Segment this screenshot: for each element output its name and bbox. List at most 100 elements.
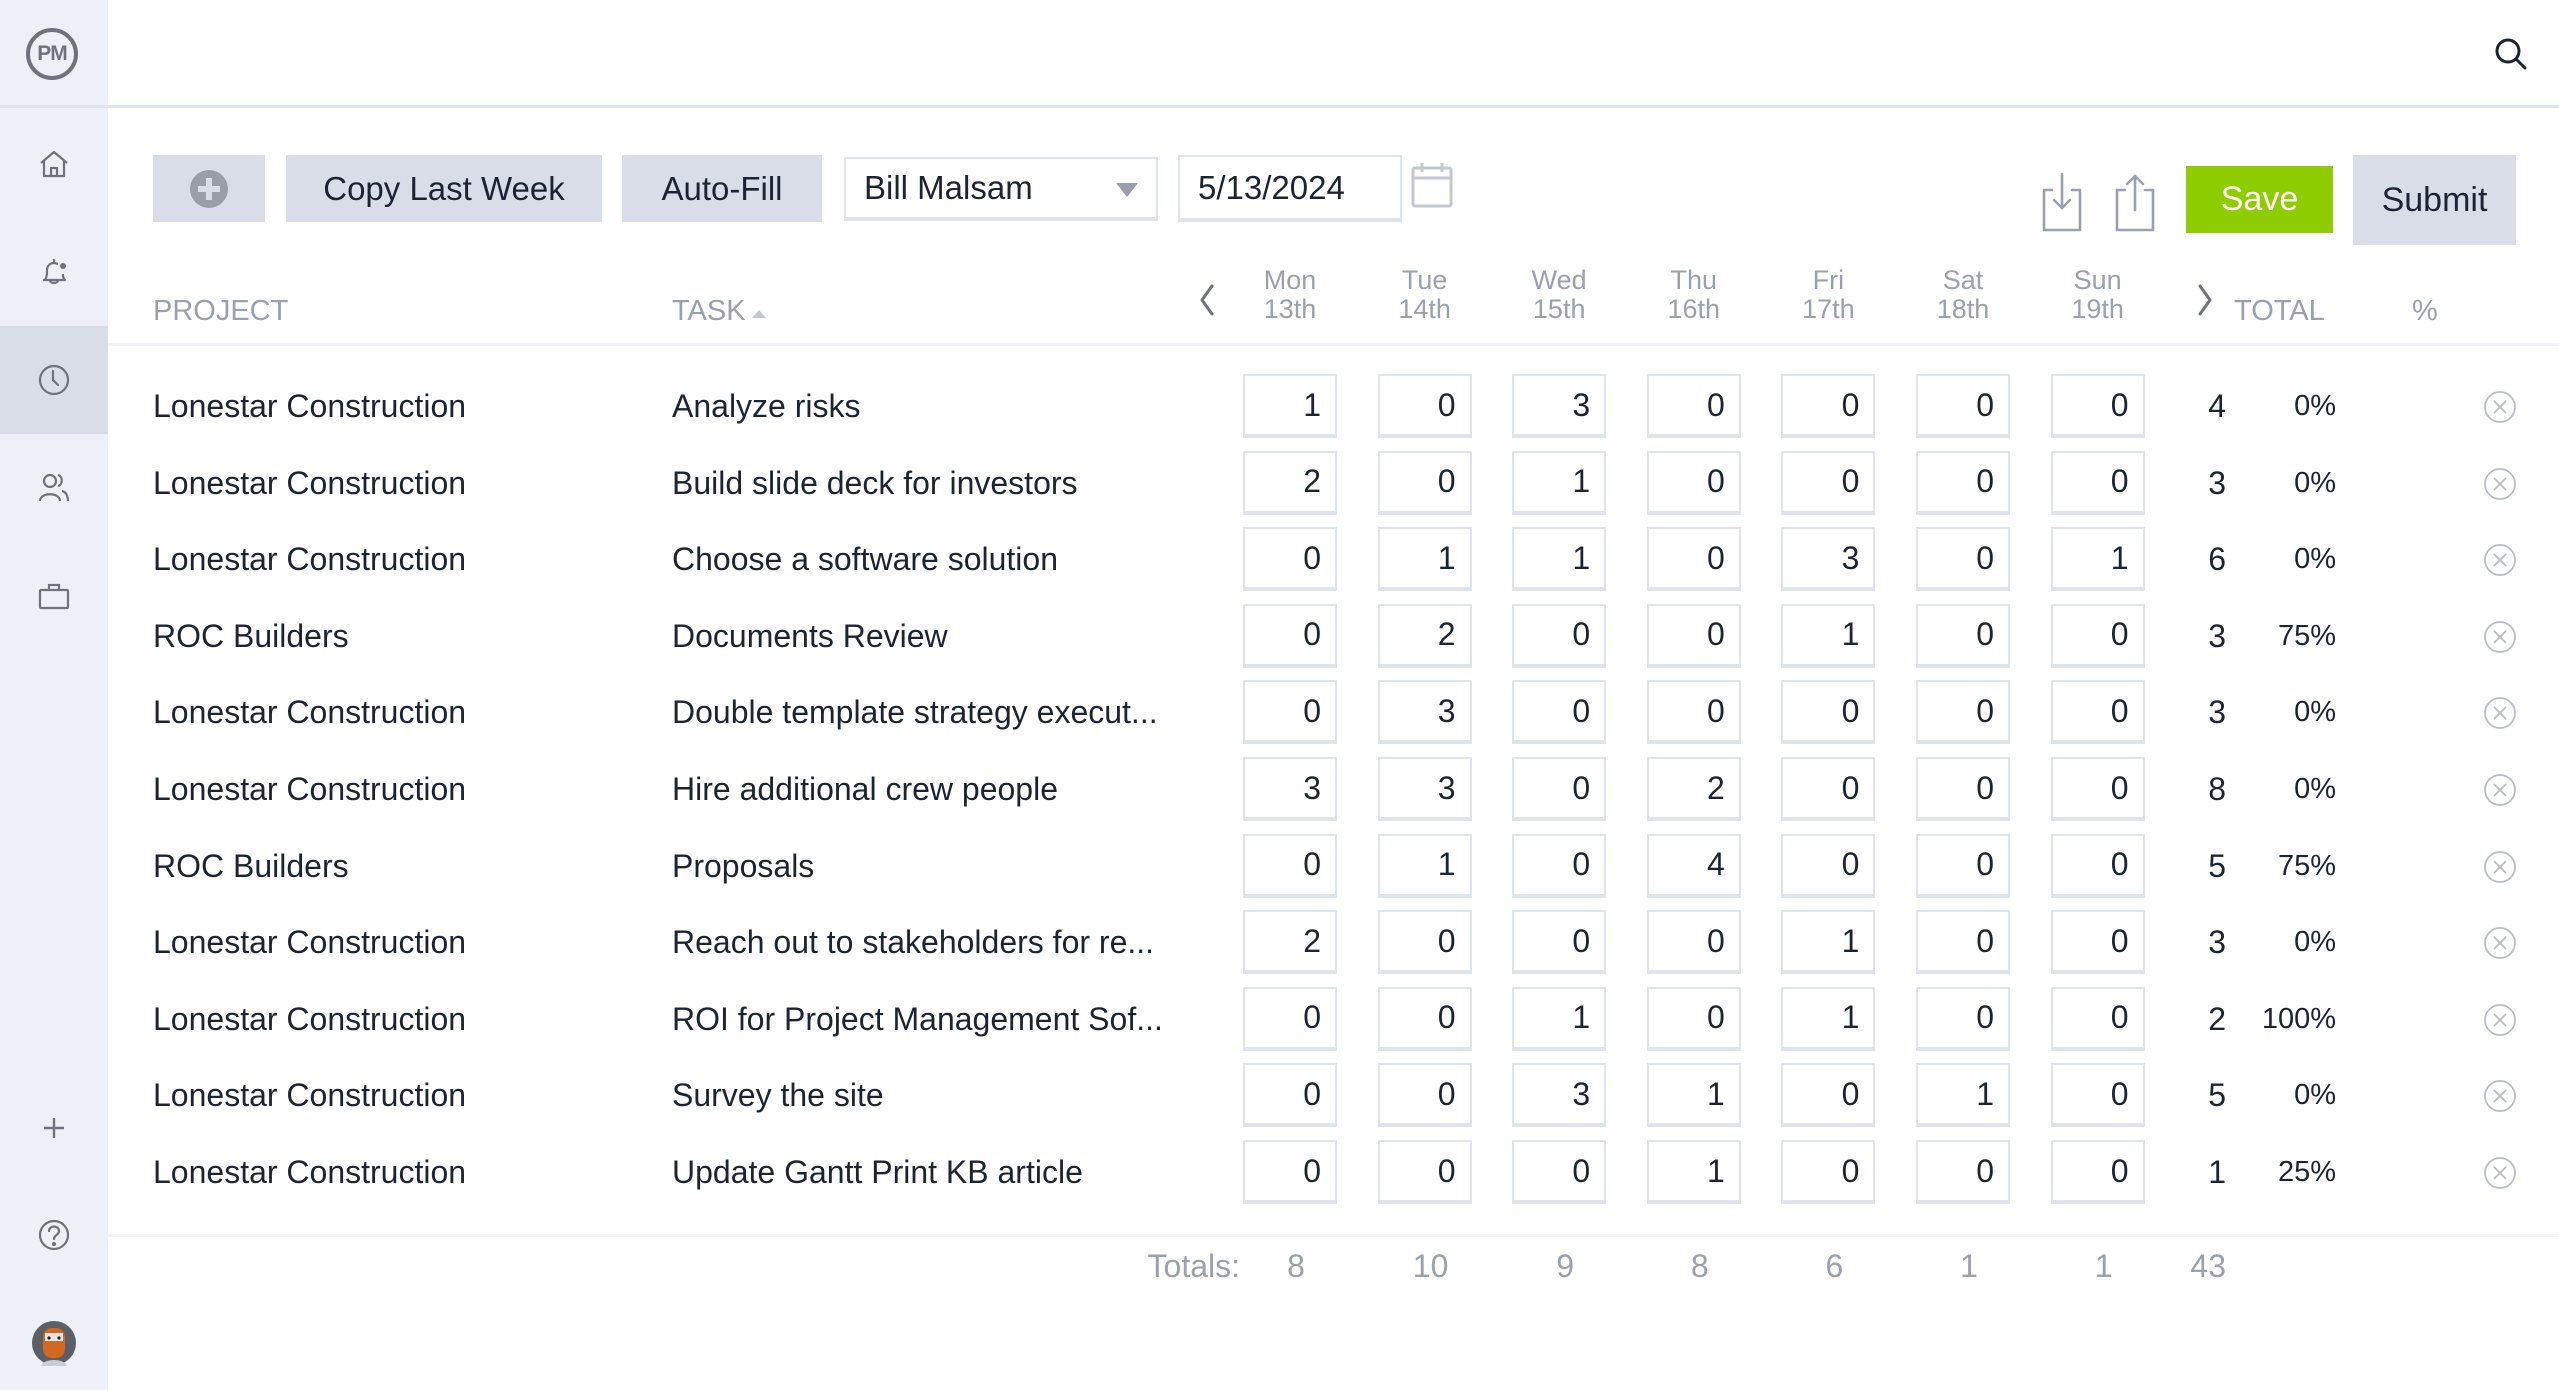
download-icon[interactable] <box>2040 172 2084 234</box>
hours-input-fri[interactable] <box>1781 833 1876 898</box>
task-name[interactable]: Survey the site <box>672 1057 884 1133</box>
hours-input-mon[interactable] <box>1243 757 1337 821</box>
project-name[interactable]: Lonestar Construction <box>153 904 466 980</box>
hours-input-sun[interactable] <box>2050 757 2145 821</box>
hours-input-sat[interactable] <box>1916 450 2010 515</box>
hours-input-tue[interactable] <box>1377 603 1472 668</box>
hours-input-tue[interactable] <box>1377 1140 1472 1204</box>
previous-week-button[interactable] <box>1192 280 1222 320</box>
hours-input-tue[interactable] <box>1377 527 1472 592</box>
hours-input-wed[interactable] <box>1512 680 1607 745</box>
project-name[interactable]: Lonestar Construction <box>153 445 466 521</box>
hours-input-mon[interactable] <box>1243 527 1337 592</box>
hours-input-sat[interactable] <box>1916 1140 2010 1204</box>
hours-input-wed[interactable] <box>1512 374 1607 438</box>
hours-input-fri[interactable] <box>1781 1140 1876 1204</box>
hours-input-sat[interactable] <box>1916 833 2010 898</box>
task-name[interactable]: Reach out to stakeholders for re... <box>672 904 1154 980</box>
hours-input-mon[interactable] <box>1243 1063 1337 1128</box>
hours-input-thu[interactable] <box>1646 833 1741 898</box>
task-name[interactable]: Update Gantt Print KB article <box>672 1134 1083 1210</box>
hours-input-sat[interactable] <box>1916 374 2010 438</box>
column-header-task[interactable]: TASK <box>672 295 766 328</box>
hours-input-tue[interactable] <box>1377 986 1472 1051</box>
hours-input-thu[interactable] <box>1646 1140 1741 1204</box>
hours-input-thu[interactable] <box>1646 374 1741 438</box>
task-name[interactable]: Hire additional crew people <box>672 751 1058 827</box>
task-name[interactable]: Choose a software solution <box>672 521 1058 597</box>
hours-input-fri[interactable] <box>1781 527 1876 592</box>
hours-input-thu[interactable] <box>1646 527 1741 592</box>
hours-input-sat[interactable] <box>1916 986 2010 1051</box>
add-row-button[interactable] <box>153 155 265 222</box>
auto-fill-button[interactable]: Auto-Fill <box>622 155 822 222</box>
project-name[interactable]: Lonestar Construction <box>153 751 466 827</box>
hours-input-sun[interactable] <box>2050 680 2145 745</box>
hours-input-sat[interactable] <box>1916 603 2010 668</box>
sidebar-item-timesheets[interactable] <box>0 326 108 434</box>
pm-logo[interactable]: PM <box>26 28 78 80</box>
project-name[interactable]: Lonestar Construction <box>153 368 466 444</box>
task-name[interactable]: Proposals <box>672 828 814 904</box>
remove-row-icon[interactable] <box>2483 696 2517 730</box>
project-name[interactable]: Lonestar Construction <box>153 521 466 597</box>
hours-input-thu[interactable] <box>1646 986 1741 1051</box>
task-name[interactable]: Build slide deck for investors <box>672 445 1078 521</box>
hours-input-mon[interactable] <box>1243 374 1337 438</box>
hours-input-thu[interactable] <box>1646 680 1741 745</box>
search-icon[interactable] <box>2493 36 2529 72</box>
week-date-input[interactable] <box>1178 155 1402 222</box>
remove-row-icon[interactable] <box>2483 926 2517 960</box>
calendar-icon[interactable] <box>1410 160 1454 210</box>
hours-input-sat[interactable] <box>1916 757 2010 821</box>
hours-input-sun[interactable] <box>2050 450 2145 515</box>
remove-row-icon[interactable] <box>2483 850 2517 884</box>
copy-last-week-button[interactable]: Copy Last Week <box>286 155 602 222</box>
hours-input-sun[interactable] <box>2050 1063 2145 1128</box>
task-name[interactable]: Analyze risks <box>672 368 861 444</box>
hours-input-tue[interactable] <box>1377 1063 1472 1128</box>
column-header-project[interactable]: PROJECT <box>153 295 288 328</box>
hours-input-mon[interactable] <box>1243 1140 1337 1204</box>
hours-input-mon[interactable] <box>1243 986 1337 1051</box>
hours-input-wed[interactable] <box>1512 1140 1607 1204</box>
task-name[interactable]: Documents Review <box>672 598 948 674</box>
hours-input-sun[interactable] <box>2050 527 2145 592</box>
task-name[interactable]: ROI for Project Management Sof... <box>672 981 1163 1057</box>
hours-input-sun[interactable] <box>2050 1140 2145 1204</box>
hours-input-tue[interactable] <box>1377 910 1472 975</box>
hours-input-tue[interactable] <box>1377 450 1472 515</box>
hours-input-wed[interactable] <box>1512 833 1607 898</box>
save-button[interactable]: Save <box>2186 166 2333 233</box>
hours-input-thu[interactable] <box>1646 910 1741 975</box>
remove-row-icon[interactable] <box>2483 467 2517 501</box>
hours-input-sun[interactable] <box>2050 833 2145 898</box>
hours-input-mon[interactable] <box>1243 833 1337 898</box>
hours-input-mon[interactable] <box>1243 910 1337 975</box>
hours-input-sat[interactable] <box>1916 910 2010 975</box>
hours-input-mon[interactable] <box>1243 450 1337 515</box>
project-name[interactable]: Lonestar Construction <box>153 1134 466 1210</box>
project-name[interactable]: Lonestar Construction <box>153 674 466 750</box>
hours-input-tue[interactable] <box>1377 757 1472 821</box>
hours-input-sun[interactable] <box>2050 603 2145 668</box>
hours-input-fri[interactable] <box>1781 910 1876 975</box>
hours-input-sat[interactable] <box>1916 527 2010 592</box>
sidebar-item-notifications[interactable] <box>0 218 108 326</box>
hours-input-tue[interactable] <box>1377 680 1472 745</box>
hours-input-wed[interactable] <box>1512 527 1607 592</box>
hours-input-sun[interactable] <box>2050 986 2145 1051</box>
hours-input-wed[interactable] <box>1512 910 1607 975</box>
project-name[interactable]: ROC Builders <box>153 598 349 674</box>
hours-input-sat[interactable] <box>1916 1063 2010 1128</box>
hours-input-tue[interactable] <box>1377 833 1472 898</box>
hours-input-wed[interactable] <box>1512 603 1607 668</box>
hours-input-fri[interactable] <box>1781 986 1876 1051</box>
sidebar-add-button[interactable] <box>0 1074 108 1182</box>
hours-input-fri[interactable] <box>1781 757 1876 821</box>
hours-input-fri[interactable] <box>1781 680 1876 745</box>
hours-input-wed[interactable] <box>1512 450 1607 515</box>
hours-input-fri[interactable] <box>1781 374 1876 438</box>
remove-row-icon[interactable] <box>2483 1003 2517 1037</box>
hours-input-fri[interactable] <box>1781 603 1876 668</box>
